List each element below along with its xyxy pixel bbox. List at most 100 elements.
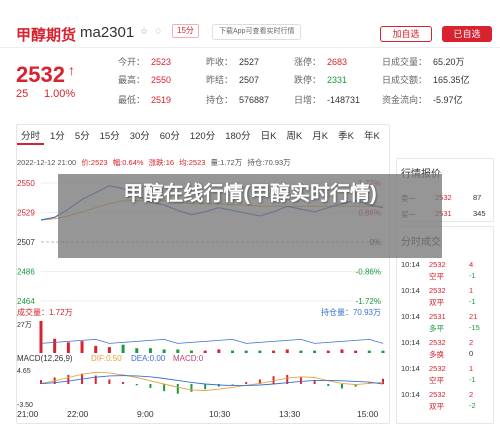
volume-label: 成交量：1.72万 xyxy=(17,307,73,317)
timeshare-chart[interactable]: 25501.72%25290.86%25070%2486-0.86%2464-1… xyxy=(17,125,391,425)
tick-time: 10:14 xyxy=(401,312,420,321)
tick-time: 10:14 xyxy=(401,390,420,399)
stat-label: 今开： xyxy=(118,57,146,67)
stat-value: 165.35亿 xyxy=(433,75,470,85)
watchlist-button[interactable]: 已自选 xyxy=(442,26,492,42)
tick-type: 多平 xyxy=(429,324,444,333)
download-app-link[interactable]: 下载App可查看实时行情 xyxy=(212,24,302,40)
tick-time: 10:14 xyxy=(401,260,420,269)
volume-bar xyxy=(354,350,358,353)
stat-value: 2507 xyxy=(239,75,260,85)
x-tick-label: 21:00 xyxy=(17,409,39,419)
macd-axis-top: 4.65 xyxy=(17,368,31,375)
stat-label: 日成交额： xyxy=(382,75,428,85)
volume-bar xyxy=(340,349,344,353)
price-change: 25 xyxy=(16,88,29,100)
tick-oi-change: -15 xyxy=(469,323,480,332)
book-volume: 345 xyxy=(473,209,486,218)
volume-bar xyxy=(217,349,221,353)
tick-volume: 2 xyxy=(469,390,474,399)
tick-time: 10:14 xyxy=(401,338,420,347)
tick-type: 双平 xyxy=(429,402,444,411)
tick-row: 10:14 2532 1 双平 -1 xyxy=(397,282,493,308)
tick-oi-change: -1 xyxy=(469,297,476,306)
dif-line xyxy=(40,371,384,391)
product-title: 甲醇期货 xyxy=(16,27,77,44)
bell-icon[interactable]: ♢ xyxy=(154,26,162,37)
volume-bar xyxy=(299,350,303,353)
tick-type: 空平 xyxy=(429,376,444,385)
tick-oi-change: 0 xyxy=(469,349,474,358)
volume-bar xyxy=(189,350,193,353)
star-icon[interactable]: ☆ xyxy=(140,26,148,37)
tick-price: 2532 xyxy=(429,260,446,269)
stat-label: 最高： xyxy=(118,75,146,85)
open-interest-line xyxy=(40,338,384,344)
tick-time: 10:14 xyxy=(401,286,420,295)
stat-label: 持仓： xyxy=(206,95,234,105)
quote-stat: 资金流向： -5.97亿 xyxy=(382,93,463,106)
volume-bar xyxy=(285,349,289,353)
current-price: 2532 xyxy=(16,62,65,87)
title-overlay: 甲醇在线行情(甲醇实时行情) xyxy=(58,174,442,258)
tick-type: 空平 xyxy=(429,272,444,281)
overlay-title: 甲醇在线行情(甲醇实时行情) xyxy=(123,183,377,205)
stat-value: 2550 xyxy=(151,75,172,85)
quote-stat: 最低： 2519 xyxy=(118,93,171,106)
quote-stat: 日成交额： 165.35亿 xyxy=(382,73,470,86)
dea-line xyxy=(40,375,384,387)
tick-volume: 4 xyxy=(469,260,474,269)
tick-row: 10:14 2532 2 双平 -2 xyxy=(397,386,493,412)
dea-label: DEA:0.00 xyxy=(131,354,166,363)
page-header: 甲醇期货 ma2301 ☆ ♢ 15分 下载App可查看实时行情 加自选 已自选 xyxy=(0,0,500,48)
chart-panel: 分时 1分 5分 15分 30分 60分 120分 180分 日K 周K 月K 季K 年K 2022-1… xyxy=(16,124,390,424)
tick-oi-change: -1 xyxy=(469,271,476,280)
tick-type: 双平 xyxy=(429,298,444,307)
y-tick-label: 2529 xyxy=(17,209,35,218)
stat-label: 涨停： xyxy=(294,57,322,67)
tick-volume: 21 xyxy=(469,312,478,321)
volume-bar xyxy=(121,344,125,353)
volume-bar xyxy=(231,350,235,353)
quote-stat: 日增： -148731 xyxy=(294,93,360,106)
stat-label: 资金流向： xyxy=(382,95,428,105)
macd-axis-bottom: -3.50 xyxy=(17,402,33,409)
add-watchlist-button[interactable]: 加自选 xyxy=(380,26,432,42)
stat-label: 昨结： xyxy=(206,75,234,85)
stat-value: 2331 xyxy=(327,75,348,85)
tick-volume: 2 xyxy=(469,338,474,347)
volume-bar xyxy=(66,342,70,353)
y-tick-label: 2464 xyxy=(17,297,35,306)
volume-bar xyxy=(258,350,262,353)
quote-stat: 涨停： 2683 xyxy=(294,55,347,68)
volume-bar xyxy=(148,348,152,353)
x-tick-label: 10:30 xyxy=(209,409,231,419)
y-tick-label: 2550 xyxy=(17,179,35,188)
volume-axis-label: 27万 xyxy=(17,321,32,329)
tick-time: 10:14 xyxy=(401,364,420,373)
quote-stat: 持仓： 576887 xyxy=(206,93,269,106)
stat-label: 最低： xyxy=(118,95,146,105)
tick-price: 2532 xyxy=(429,286,446,295)
x-tick-label: 9:00 xyxy=(137,409,154,419)
volume-bar xyxy=(162,349,166,353)
quote-stat: 日成交量： 65.20万 xyxy=(382,55,465,68)
stat-value: 2519 xyxy=(151,95,172,105)
tick-volume: 1 xyxy=(469,364,474,373)
tick-price: 2531 xyxy=(429,312,446,321)
macd-label: MACD(12,26,9) xyxy=(17,354,73,363)
stat-value: 576887 xyxy=(239,95,270,105)
tick-price: 2532 xyxy=(429,338,446,347)
quote-stat: 跌停： 2331 xyxy=(294,73,347,86)
tick-type: 多换 xyxy=(429,350,444,359)
book-volume: 87 xyxy=(473,193,482,202)
volume-bar xyxy=(94,345,98,353)
tick-oi-change: -1 xyxy=(469,375,476,384)
tick-row: 10:14 2531 21 多平 -15 xyxy=(397,308,493,334)
tick-row: 10:14 2532 4 空平 -1 xyxy=(397,256,493,282)
volume-bar xyxy=(244,350,248,353)
tick-oi-change: -2 xyxy=(469,401,476,410)
stat-label: 日成交量： xyxy=(382,57,428,67)
tick-price: 2532 xyxy=(429,364,446,373)
x-tick-label: 13:30 xyxy=(279,409,301,419)
